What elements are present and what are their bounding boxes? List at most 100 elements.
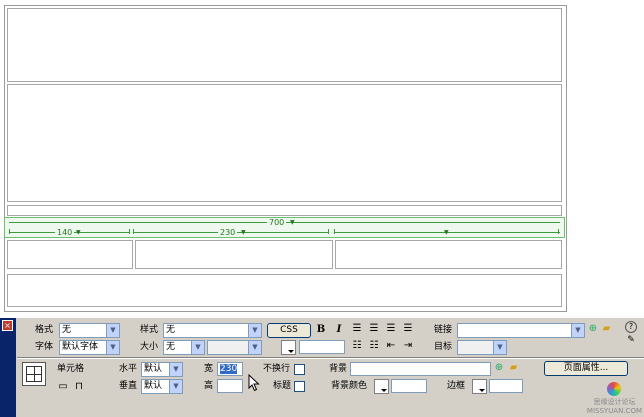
horz-label: 水平 <box>119 364 138 374</box>
table-cell-row3-col1[interactable] <box>7 240 133 269</box>
chevron-down-icon: ▼ <box>248 341 261 354</box>
height-input[interactable] <box>217 379 243 393</box>
ruler-col1-arrow-icon[interactable]: ▼ <box>76 229 81 236</box>
ruler-tick <box>133 229 134 234</box>
text-color-swatch[interactable] <box>281 340 296 355</box>
ruler-tick <box>334 229 335 234</box>
nowrap-label: 不换行 <box>263 364 291 374</box>
edit-tag-icon[interactable]: ✎ <box>625 334 637 346</box>
style-select[interactable]: 无 ▼ <box>163 323 262 338</box>
property-inspector: × 格式 无 ▼ 样式 无 ▼ CSS B I ☰ ☰ ☰ ☰ 链接 ▼ ⊕ ▰ ?… <box>0 317 644 417</box>
align-justify-icon[interactable]: ☰ <box>401 323 415 335</box>
css-button[interactable]: CSS <box>267 323 311 338</box>
align-right-icon[interactable]: ☰ <box>384 323 398 335</box>
vert-select[interactable]: 默认 ▼ <box>141 379 183 394</box>
align-left-icon[interactable]: ☰ <box>350 323 364 335</box>
ordered-list-icon[interactable]: ☷ <box>367 340 381 352</box>
ruler-col2-label: 230 <box>218 228 238 237</box>
unordered-list-icon[interactable]: ☷ <box>350 340 364 352</box>
ruler-tick <box>558 229 559 234</box>
size-value: 无 <box>166 342 176 352</box>
split-cell-icon[interactable]: ⊓ <box>73 381 85 393</box>
header-label: 标题 <box>273 381 292 391</box>
font-select[interactable]: 默认字体 ▼ <box>59 340 120 355</box>
watermark-text: 思缘设计论坛 <box>593 398 636 406</box>
font-label: 字体 <box>35 342 54 352</box>
ruler-total-label: 700 <box>267 218 287 227</box>
bgcolor-swatch[interactable] <box>374 379 389 394</box>
table-cell-top[interactable] <box>7 8 562 82</box>
folder-icon[interactable]: ▰ <box>600 323 613 335</box>
bgcolor-input[interactable] <box>391 379 427 393</box>
table-cell-large-icon <box>22 362 46 386</box>
table-cell-row3-col2[interactable] <box>135 240 333 269</box>
bgcolor-label: 背景颜色 <box>331 381 368 391</box>
ruler-col3-arrow-icon[interactable]: ▼ <box>444 229 449 236</box>
mouse-cursor-icon <box>248 374 260 392</box>
text-color-input[interactable] <box>299 340 345 354</box>
size-select[interactable]: 无 ▼ <box>163 340 205 355</box>
horz-select[interactable]: 默认 ▼ <box>141 362 183 377</box>
format-select[interactable]: 无 ▼ <box>59 323 120 338</box>
height-label: 高 <box>204 381 214 391</box>
table-width-ruler: 700 ▼ 140 ▼ 230 ▼ ▼ <box>4 217 565 238</box>
style-label: 样式 <box>140 325 159 335</box>
inspector-body: 格式 无 ▼ 样式 无 ▼ CSS B I ☰ ☰ ☰ ☰ 链接 ▼ ⊕ ▰ ? ✎… <box>17 318 644 417</box>
chevron-down-icon: ▼ <box>493 341 506 354</box>
chevron-down-icon: ▼ <box>106 324 119 337</box>
header-checkbox[interactable] <box>294 381 305 392</box>
table-cell-row3-col3[interactable] <box>335 240 562 269</box>
cell-label: 单元格 <box>57 364 85 374</box>
width-input[interactable]: 230 <box>217 362 243 376</box>
format-label: 格式 <box>35 325 54 335</box>
chevron-down-icon: ▼ <box>571 324 584 337</box>
table-cell-thin[interactable] <box>7 205 562 216</box>
border-color-input[interactable] <box>489 379 523 393</box>
bold-button[interactable]: B <box>315 324 327 336</box>
nowrap-checkbox[interactable] <box>294 364 305 375</box>
width-value: 230 <box>220 364 238 374</box>
size-label: 大小 <box>140 342 159 352</box>
indent-icon[interactable]: ⇥ <box>401 340 415 352</box>
ruler-tick <box>129 229 130 234</box>
merge-cells-icon[interactable]: ▭ <box>57 381 69 393</box>
ruler-total-arrow-icon[interactable]: ▼ <box>290 219 295 226</box>
italic-button[interactable]: I <box>333 324 345 336</box>
close-icon[interactable]: × <box>2 320 13 331</box>
watermark-url: MISSYUAN.COM <box>586 407 642 415</box>
inspector-title-bar: × <box>0 318 16 417</box>
watermark: 思缘设计论坛 MISSYUAN.COM <box>587 382 642 415</box>
table-cell-bottom[interactable] <box>7 274 562 307</box>
table-cell-main[interactable] <box>7 84 562 202</box>
point-to-file-icon[interactable]: ⊕ <box>587 323 599 335</box>
chevron-down-icon: ▼ <box>106 341 119 354</box>
horz-value: 默认 <box>144 364 163 374</box>
point-to-file-icon[interactable]: ⊕ <box>493 362 505 374</box>
watermark-logo-icon <box>607 382 622 396</box>
link-input[interactable]: ▼ <box>457 323 585 338</box>
target-select[interactable]: ▼ <box>457 340 507 355</box>
format-value: 无 <box>62 325 72 335</box>
ruler-col2-arrow-icon[interactable]: ▼ <box>241 229 246 236</box>
vert-value: 默认 <box>144 381 163 391</box>
chevron-down-icon: ▼ <box>248 324 261 337</box>
border-color-swatch[interactable] <box>472 379 487 394</box>
vert-label: 垂直 <box>119 381 138 391</box>
page-properties-button[interactable]: 页面属性... <box>544 361 628 376</box>
help-icon[interactable]: ? <box>625 321 637 333</box>
align-center-icon[interactable]: ☰ <box>367 323 381 335</box>
chevron-down-icon: ▼ <box>169 380 182 393</box>
size-unit-select[interactable]: ▼ <box>207 340 262 355</box>
chevron-down-icon: ▼ <box>169 363 182 376</box>
outdent-icon[interactable]: ⇤ <box>384 340 398 352</box>
target-label: 目标 <box>434 342 453 352</box>
inspector-divider <box>17 357 644 359</box>
folder-icon[interactable]: ▰ <box>507 362 520 374</box>
width-label: 宽 <box>204 364 214 374</box>
bg-image-input[interactable] <box>350 362 491 376</box>
font-value: 默认字体 <box>62 342 99 352</box>
bg-label: 背景 <box>329 364 348 374</box>
ruler-tick <box>328 229 329 234</box>
style-value: 无 <box>166 325 176 335</box>
border-label: 边框 <box>447 381 466 391</box>
